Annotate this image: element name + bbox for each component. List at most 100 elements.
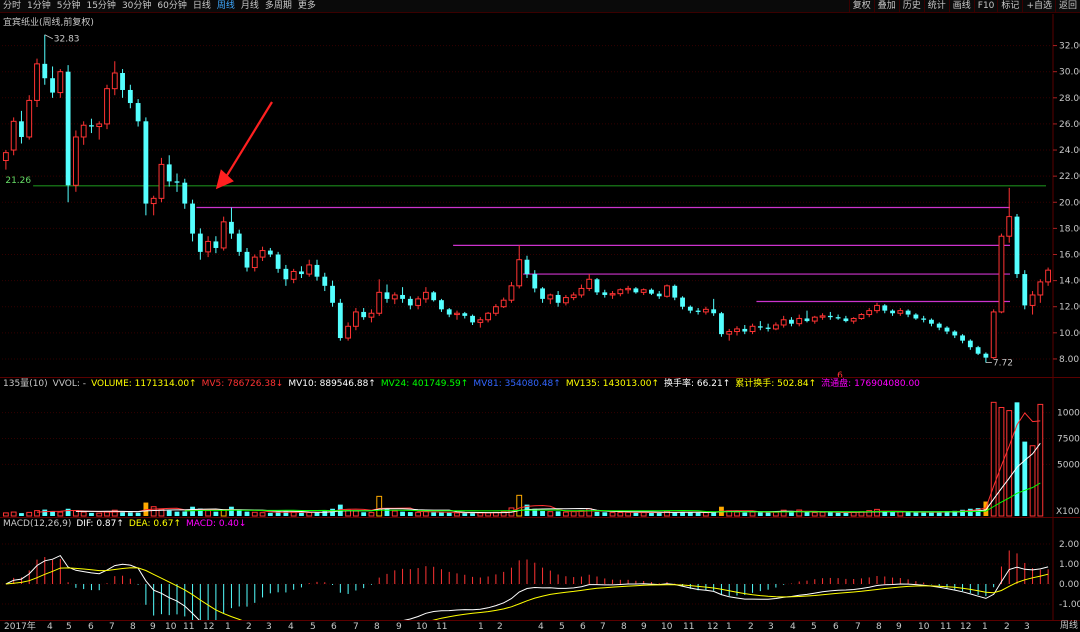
candle-119 (929, 318, 934, 327)
volume-bar-6 (50, 511, 55, 516)
candle-9 (72, 130, 79, 192)
candle-53 (415, 296, 422, 310)
macd-axis-label-1: 1.00 (1059, 560, 1079, 570)
volume-bar-28 (220, 509, 227, 517)
volume-bar-66 (516, 494, 523, 517)
candle-57 (446, 308, 452, 318)
date-tick-34: 3 (768, 622, 774, 632)
volume-axis-label-0: 10000 (1057, 409, 1080, 419)
date-tick-26: 7 (600, 622, 606, 632)
volume-bar-34 (267, 512, 273, 516)
candle-5 (42, 34, 48, 85)
price-axis-label-12: 8.00 (1059, 355, 1079, 365)
date-tick-9: 12 (203, 622, 215, 632)
candle-63 (492, 304, 499, 316)
volume-bar-11 (89, 512, 94, 516)
candle-20 (158, 157, 165, 203)
candle-96 (749, 323, 756, 335)
volume-bar-19 (150, 506, 157, 517)
candle-29 (229, 207, 234, 239)
volume-bar-96 (749, 511, 756, 517)
volume-bar-71 (555, 511, 561, 516)
volume-bar-29 (229, 506, 234, 516)
candle-17 (135, 99, 141, 127)
volume-info-item-5: MV24: 401749.59↑ (380, 379, 469, 389)
date-tick-12: 3 (266, 622, 272, 632)
candle-126 (983, 352, 989, 363)
volume-ma5-line (36, 412, 1041, 514)
period-label: 周线 (1059, 621, 1078, 631)
date-tick-22: 2 (497, 622, 503, 632)
macd-info-item-3: MACD: 0.40↓ (186, 519, 247, 529)
volume-axis-label-1: 7500 (1057, 435, 1080, 445)
macd-info-item-2: DEA: 0.67↑ (128, 519, 181, 529)
candle-115 (897, 308, 904, 316)
volume-bar-69 (540, 511, 545, 516)
candle-61 (477, 317, 484, 328)
volume-bar-97 (757, 512, 763, 516)
volume-bar-114 (890, 512, 895, 516)
volume-bar-39 (306, 511, 313, 517)
macd-axis-label-3: -1.00 (1059, 600, 1080, 610)
price-axis-label-0: 32.00 (1059, 42, 1080, 52)
candle-123 (960, 334, 965, 344)
candle-43 (337, 298, 343, 341)
candle-71 (555, 291, 561, 307)
volume-bar-0 (2, 512, 9, 517)
date-tick-18: 9 (396, 622, 402, 632)
date-tick-13: 4 (288, 622, 294, 632)
date-tick-25: 6 (580, 622, 586, 632)
date-tick-30: 11 (683, 622, 695, 632)
price-axis-label-6: 20.00 (1059, 198, 1080, 208)
volume-bar-50 (391, 510, 398, 517)
volume-bar-117 (913, 512, 919, 516)
candle-2 (19, 110, 24, 144)
candle-54 (422, 287, 429, 303)
volume-bar-106 (827, 512, 833, 516)
candle-49 (384, 284, 390, 303)
candle-39 (306, 259, 313, 277)
date-tick-11: 2 (246, 622, 252, 632)
candle-18 (143, 117, 149, 216)
candle-80 (625, 285, 632, 294)
candle-83 (649, 288, 654, 295)
volume-bar-56 (439, 512, 444, 516)
volume-info-item-0: 135量(10) (3, 379, 48, 389)
candle-73 (570, 292, 577, 301)
candle-120 (936, 322, 942, 331)
volume-bar-17 (135, 512, 141, 516)
volume-bar-12 (96, 512, 103, 517)
candle-93 (726, 328, 733, 341)
date-tick-1: 4 (47, 622, 53, 632)
candle-118 (921, 315, 927, 323)
volume-bar-51 (400, 511, 405, 516)
date-tick-7: 10 (165, 622, 177, 632)
date-tick-44: 1 (982, 622, 988, 632)
volume-bar-31 (244, 511, 250, 516)
volume-bar-21 (166, 510, 172, 516)
date-tick-41: 10 (918, 622, 930, 632)
date-tick-17: 8 (374, 622, 380, 632)
volume-info-item-6: MV81: 354080.48↑ (473, 379, 561, 389)
volume-info-item-2: VOLUME: 1171314.00↑ (91, 379, 197, 389)
volume-bar-72 (562, 511, 569, 517)
date-tick-23: 4 (538, 622, 544, 632)
volume-ma10-line (75, 443, 1041, 514)
price-axis-label-4: 24.00 (1059, 146, 1080, 156)
candle-3 (26, 95, 33, 140)
volume-bar-115 (897, 511, 904, 517)
candle-30 (236, 229, 242, 256)
candle-25 (197, 228, 203, 260)
volume-bar-33 (259, 512, 266, 517)
candle-128 (998, 233, 1005, 314)
volume-bar-132 (1029, 445, 1036, 517)
price-axis-label-8: 16.00 (1059, 250, 1080, 260)
candle-108 (843, 315, 849, 323)
candle-82 (640, 288, 647, 295)
date-tick-37: 6 (833, 622, 839, 632)
date-tick-32: 1 (726, 622, 732, 632)
date-tick-36: 5 (811, 622, 817, 632)
candle-23 (182, 178, 188, 209)
date-tick-19: 10 (416, 622, 428, 632)
date-tick-0: 2017年 (4, 622, 36, 632)
